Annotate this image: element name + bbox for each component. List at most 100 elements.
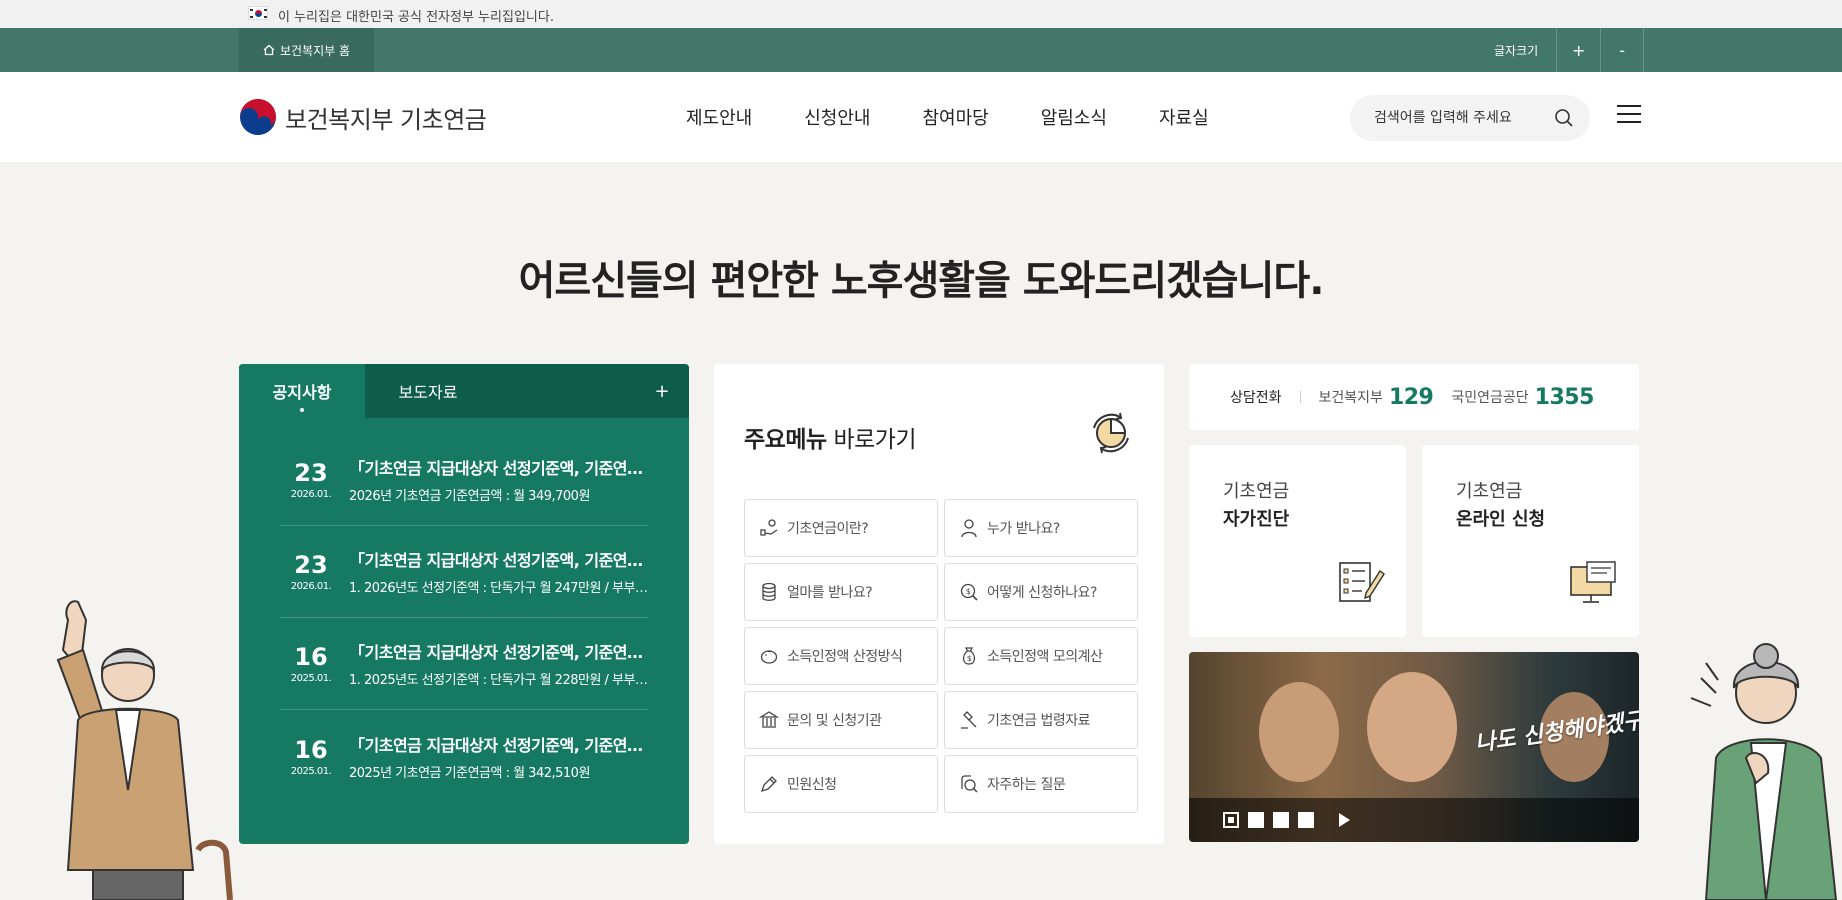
utility-bar: 보건복지부 홈 글자크기 + - (0, 28, 1842, 72)
chat-search-icon (959, 774, 979, 794)
notice-date: 16 2025.01. (290, 735, 332, 777)
search-coin-icon: $ (959, 582, 979, 602)
counsel-number-nps[interactable]: 1355 (1535, 385, 1595, 410)
site-logo[interactable]: 보건복지부 기초연금 (239, 98, 487, 136)
notice-date: 16 2025.01. (290, 643, 332, 684)
counsel-phone-bar: 상담전화 보건복지부 129 국민연금공단 1355 (1189, 364, 1639, 430)
banner-controls (1189, 798, 1639, 842)
notice-title: 「기초연금 지급대상자 선정기준액, 기준연금액」 (349, 643, 649, 662)
monitor-icon (1570, 561, 1616, 603)
quick-inquiry-institution[interactable]: 문의 및 신청기관 (744, 691, 938, 749)
ministry-home-link[interactable]: 보건복지부 홈 (239, 28, 374, 72)
piggy-bank-icon (759, 646, 779, 666)
promo-banner[interactable]: 나도 신청해야겠구먼! (1189, 652, 1639, 842)
self-diagnosis-card[interactable]: 기초연금 자가진단 (1189, 445, 1406, 637)
counsel-label: 상담전화 (1230, 390, 1282, 406)
elderly-man-illustration (56, 600, 233, 900)
counsel-number-ministry[interactable]: 129 (1389, 385, 1434, 410)
counsel-org-nps: 국민연금공단 (1451, 390, 1529, 406)
institution-icon (759, 710, 779, 730)
notice-more-button[interactable]: + (635, 364, 689, 418)
search-box (1350, 95, 1590, 141)
slide-indicator-2[interactable] (1248, 812, 1264, 828)
banner-person (1259, 682, 1339, 782)
site-name: 보건복지부 기초연금 (285, 105, 487, 134)
slide-indicator-4[interactable] (1298, 812, 1314, 828)
quick-menu-title: 주요메뉴 바로가기 (744, 427, 917, 453)
quick-basic-pension-what[interactable]: 기초연금이란? (744, 499, 938, 557)
nav-news[interactable]: 알림소식 (1041, 104, 1107, 130)
hero-title: 어르신들의 편안한 노후생활을 도와드리겠습니다. (518, 258, 1325, 304)
main-nav: 제도안내 신청안내 참여마당 알림소식 자료실 (686, 72, 1209, 162)
quick-civil-petition[interactable]: 민원신청 (744, 755, 938, 813)
money-bag-icon: $ (959, 646, 979, 666)
online-application-card[interactable]: 기초연금 온라인 신청 (1422, 445, 1639, 637)
notice-tabs: 공지사항 보도자료 + (239, 364, 689, 418)
card-line1: 기초연금 (1456, 481, 1523, 502)
play-icon[interactable] (1339, 813, 1350, 827)
quick-menu-grid: 기초연금이란? 누가 받나요? 얼마를 받나요? $ 어떻게 신청하나요? 소득… (744, 499, 1138, 813)
quick-income-calculation-method[interactable]: 소득인정액 산정방식 (744, 627, 938, 685)
site-header: 보건복지부 기초연금 제도안내 신청안내 참여마당 알림소식 자료실 (0, 72, 1842, 162)
card-line2: 자가진단 (1223, 509, 1290, 530)
quick-who-receives[interactable]: 누가 받나요? (944, 499, 1138, 557)
notice-item[interactable]: 23 2026.01. 「기초연금 지급대상자 선정기준액, 기준연금액」 2026… (279, 434, 649, 526)
svg-text:$: $ (967, 654, 972, 663)
search-input[interactable] (1374, 110, 1534, 126)
ministry-home-label: 보건복지부 홈 (279, 43, 351, 58)
card-line1: 기초연금 (1223, 481, 1290, 502)
notice-list: 23 2026.01. 「기초연금 지급대상자 선정기준액, 기준연금액」 2026… (239, 434, 689, 802)
quick-legal-materials[interactable]: 기초연금 법령자료 (944, 691, 1138, 749)
nav-application-guide[interactable]: 신청안내 (804, 104, 870, 130)
hero-title-bold: 편안한 노후생활 (710, 258, 976, 304)
banner-person (1367, 672, 1457, 782)
menu-icon[interactable] (1617, 105, 1641, 125)
notice-summary: 2025년 기초연금 기준연금액 : 월 342,510원 (349, 765, 590, 781)
person-icon (959, 518, 979, 538)
slide-indicator-1[interactable] (1223, 812, 1239, 828)
notice-title: 「기초연금 지급대상자 선정기준액, 기준연금액」 (349, 551, 649, 570)
search-icon[interactable] (1554, 108, 1574, 128)
font-size-control: 글자크기 + - (1476, 28, 1645, 72)
coins-hand-icon (759, 518, 779, 538)
quick-menu-panel: 주요메뉴 바로가기 기초연금이란? 누가 받나요? 얼마를 받나요? $ 어떻게… (714, 364, 1164, 844)
font-decrease-button[interactable]: - (1600, 28, 1645, 72)
notice-item[interactable]: 16 2025.01. 「기초연금 지급대상자 선정기준액, 기준연금액」 1. 2… (279, 618, 649, 710)
card-line2: 온라인 신청 (1456, 509, 1546, 530)
gov-banner-text: 이 누리집은 대한민국 공식 전자정부 누리집입니다. (278, 10, 554, 25)
notice-item[interactable]: 16 2025.01. 「기초연금 지급대상자 선정기준액, 기준연금액」 2025… (279, 710, 649, 802)
notice-summary: 2026년 기초연금 기준연금액 : 월 349,700원 (349, 489, 590, 504)
notice-panel: 공지사항 보도자료 + 23 2026.01. 「기초연금 지급대상자 선정기준액… (239, 364, 689, 844)
nav-system-guide[interactable]: 제도안내 (686, 104, 752, 130)
svg-text:$: $ (966, 587, 971, 596)
pie-chart-cycle-icon (1093, 412, 1129, 454)
checklist-pen-icon (1339, 562, 1385, 602)
quick-how-to-apply[interactable]: $ 어떻게 신청하나요? (944, 563, 1138, 621)
slide-indicator-3[interactable] (1273, 812, 1289, 828)
elderly-woman-illustration (1690, 643, 1838, 900)
korean-flag-icon (248, 6, 268, 20)
quick-how-much[interactable]: 얼마를 받나요? (744, 563, 938, 621)
tab-press-releases[interactable]: 보도자료 (365, 364, 491, 418)
tab-notices[interactable]: 공지사항 (239, 364, 365, 418)
font-increase-button[interactable]: + (1556, 28, 1600, 72)
notice-date: 23 2026.01. (290, 551, 332, 592)
home-icon (263, 44, 275, 56)
pen-icon (759, 774, 779, 794)
nav-participation[interactable]: 참여마당 (923, 104, 989, 130)
notice-title: 「기초연금 지급대상자 선정기준액, 기준연금액」 (349, 459, 649, 478)
gavel-icon (959, 710, 979, 730)
counsel-org-ministry: 보건복지부 (1318, 390, 1383, 406)
notice-summary: 1. 2025년도 선정기준액 : 단독가구 월 228만원 / 부부가구 월 … (349, 673, 649, 688)
quick-faq[interactable]: 자주하는 질문 (944, 755, 1138, 813)
government-emblem-icon (239, 98, 277, 136)
quick-income-simulation[interactable]: $ 소득인정액 모의계산 (944, 627, 1138, 685)
coin-stack-icon (759, 582, 779, 602)
gov-banner: 이 누리집은 대한민국 공식 전자정부 누리집입니다. (0, 0, 1842, 28)
font-size-label: 글자크기 (1494, 43, 1539, 58)
notice-date: 23 2026.01. (290, 459, 332, 500)
notice-title: 「기초연금 지급대상자 선정기준액, 기준연금액」 (349, 735, 649, 755)
nav-library[interactable]: 자료실 (1159, 104, 1209, 130)
notice-item[interactable]: 23 2026.01. 「기초연금 지급대상자 선정기준액, 기준연금액」 1. 2… (279, 526, 649, 618)
notice-summary: 1. 2026년도 선정기준액 : 단독가구 월 247만원 / 부부가구 월 … (349, 581, 649, 596)
